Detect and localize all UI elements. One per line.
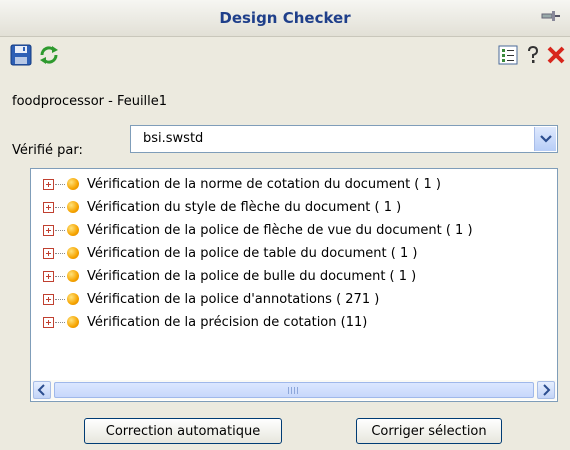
tree-item[interactable]: Vérification de la police d'annotations … (43, 289, 379, 309)
expand-icon[interactable] (43, 201, 54, 213)
scroll-right-button[interactable] (537, 381, 555, 399)
tree-item[interactable]: Vérification de la norme de cotation du … (43, 174, 441, 194)
pin-icon[interactable] (540, 8, 560, 24)
tree-item-label: Vérification de la norme de cotation du … (87, 176, 441, 192)
title-bar: Design Checker (0, 0, 570, 37)
expand-icon[interactable] (43, 293, 54, 305)
warning-bullet-icon (67, 201, 79, 213)
expand-icon[interactable] (43, 224, 54, 236)
window-title: Design Checker (219, 9, 351, 27)
tree-item-label: Vérification de la police d'annotations … (87, 291, 380, 307)
chevron-right-icon (543, 384, 551, 396)
expand-icon[interactable] (43, 316, 54, 328)
checklist-icon[interactable] (497, 44, 519, 66)
help-icon[interactable] (522, 44, 544, 66)
warning-bullet-icon (67, 316, 79, 328)
toolbar (0, 37, 570, 73)
tree-item[interactable]: Vérification de la police de table du do… (43, 243, 417, 263)
tree-item[interactable]: Vérification de la police de flèche de v… (43, 220, 473, 240)
expand-icon[interactable] (43, 178, 54, 190)
warning-bullet-icon (67, 247, 79, 259)
document-path: foodprocessor - Feuille1 (12, 94, 168, 109)
chevron-down-icon (540, 135, 552, 143)
refresh-icon[interactable] (38, 44, 60, 66)
chevron-left-icon (37, 384, 45, 396)
warning-bullet-icon (67, 270, 79, 282)
horizontal-scrollbar[interactable] (32, 380, 556, 400)
fix-selection-button[interactable]: Corriger sélection (356, 418, 502, 444)
expand-icon[interactable] (43, 270, 54, 282)
tree-item-label: Vérification de la police de flèche de v… (87, 222, 473, 238)
checked-by-value: bsi.swstd (143, 131, 204, 146)
scroll-left-button[interactable] (33, 381, 51, 399)
tree-item[interactable]: Vérification de la précision de cotation… (43, 312, 367, 332)
tree-item[interactable]: Vérification du style de flèche du docum… (43, 197, 401, 217)
save-icon[interactable] (10, 44, 32, 66)
scroll-thumb[interactable] (54, 382, 534, 398)
checked-by-label: Vérifié par: (12, 143, 83, 158)
tree-item[interactable]: Vérification de la police de bulle du do… (43, 266, 416, 286)
tree-item-label: Vérification du style de flèche du docum… (87, 199, 402, 215)
expand-icon[interactable] (43, 247, 54, 259)
close-icon[interactable] (545, 44, 567, 66)
warning-bullet-icon (67, 224, 79, 236)
check-tree[interactable]: Vérification de la norme de cotation du … (30, 168, 558, 402)
tree-item-label: Vérification de la police de table du do… (87, 245, 418, 261)
checked-by-dropdown[interactable]: bsi.swstd (130, 125, 558, 153)
tree-item-label: Vérification de la police de bulle du do… (87, 268, 417, 284)
warning-bullet-icon (67, 293, 79, 305)
dropdown-button[interactable] (534, 127, 556, 151)
auto-fix-button[interactable]: Correction automatique (84, 418, 282, 444)
warning-bullet-icon (67, 178, 79, 190)
tree-item-label: Vérification de la précision de cotation… (87, 314, 368, 330)
